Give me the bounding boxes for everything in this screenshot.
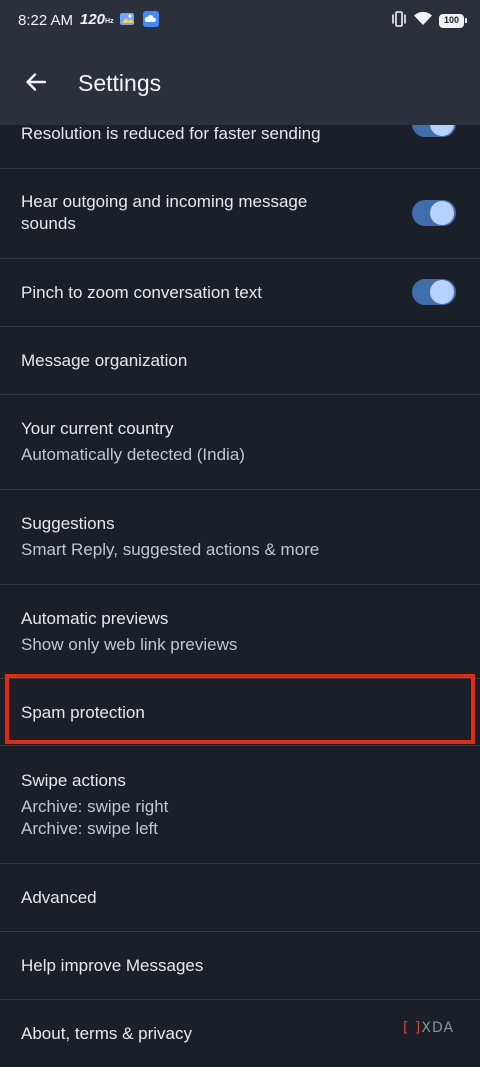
setting-help-title: Help improve Messages	[21, 956, 204, 975]
setting-suggestions-title: Suggestions	[21, 514, 115, 533]
toggle-knob	[430, 280, 454, 304]
vibrate-icon	[391, 10, 407, 33]
cloud-icon	[143, 10, 159, 32]
pinch-zoom-toggle[interactable]	[412, 279, 456, 305]
battery-icon: 100	[439, 14, 467, 28]
setting-advanced-title: Advanced	[21, 888, 97, 907]
xda-watermark: [ ]XDA	[403, 1020, 454, 1036]
setting-swipe-subtitle-line2: Archive: swipe left	[21, 819, 158, 838]
setting-advanced[interactable]: Advanced	[0, 864, 480, 932]
setting-message-organization[interactable]: Message organization	[0, 327, 480, 395]
refresh-rate-value: 120	[80, 11, 106, 28]
status-icons-left	[119, 10, 159, 32]
app-bar: Settings	[0, 44, 480, 125]
setting-current-country[interactable]: Your current country Automatically detec…	[0, 395, 480, 490]
refresh-rate-unit: Hz	[105, 18, 114, 25]
setting-spam-title: Spam protection	[21, 703, 145, 722]
toggle-knob	[430, 201, 454, 225]
status-icons-right: 100	[391, 10, 467, 33]
setting-about-title: About, terms & privacy	[21, 1024, 193, 1043]
setting-pinch-zoom-title: Pinch to zoom conversation text	[21, 283, 262, 302]
setting-suggestions[interactable]: Suggestions Smart Reply, suggested actio…	[0, 490, 480, 585]
back-button[interactable]	[14, 62, 58, 106]
setting-swipe-subtitle-line1: Archive: swipe right	[21, 797, 169, 816]
watermark-text: XDA	[421, 1020, 455, 1036]
notification-icon	[119, 11, 137, 32]
watermark-bracket: [ ]	[403, 1020, 422, 1036]
status-time: 8:22 AM	[18, 12, 74, 29]
sounds-toggle[interactable]	[412, 200, 456, 226]
setting-country-title: Your current country	[21, 419, 174, 438]
setting-sounds[interactable]: Hear outgoing and incoming message sound…	[0, 169, 480, 259]
setting-previews-subtitle: Show only web link previews	[21, 635, 238, 654]
setting-automatic-previews[interactable]: Automatic previews Show only web link pr…	[0, 585, 480, 679]
setting-resolution-title: Resolution is reduced for faster sending	[21, 124, 321, 143]
setting-country-subtitle: Automatically detected (India)	[21, 445, 245, 464]
setting-sounds-title-line1: Hear outgoing and incoming message	[21, 192, 308, 211]
status-bar: 8:22 AM 120Hz 100	[0, 0, 480, 44]
wifi-icon	[413, 11, 433, 32]
setting-suggestions-subtitle: Smart Reply, suggested actions & more	[21, 540, 320, 559]
setting-swipe-actions[interactable]: Swipe actions Archive: swipe right Archi…	[0, 746, 480, 864]
refresh-rate-indicator: 120Hz	[80, 11, 114, 28]
setting-help-improve[interactable]: Help improve Messages	[0, 932, 480, 1000]
setting-organization-title: Message organization	[21, 351, 188, 370]
setting-pinch-zoom[interactable]: Pinch to zoom conversation text	[0, 259, 480, 327]
setting-spam-protection[interactable]: Spam protection	[0, 679, 480, 746]
page-title: Settings	[78, 70, 162, 96]
setting-previews-title: Automatic previews	[21, 609, 169, 628]
arrow-left-icon	[24, 70, 48, 99]
setting-sounds-title-line2: sounds	[21, 214, 76, 233]
setting-swipe-title: Swipe actions	[21, 771, 126, 790]
